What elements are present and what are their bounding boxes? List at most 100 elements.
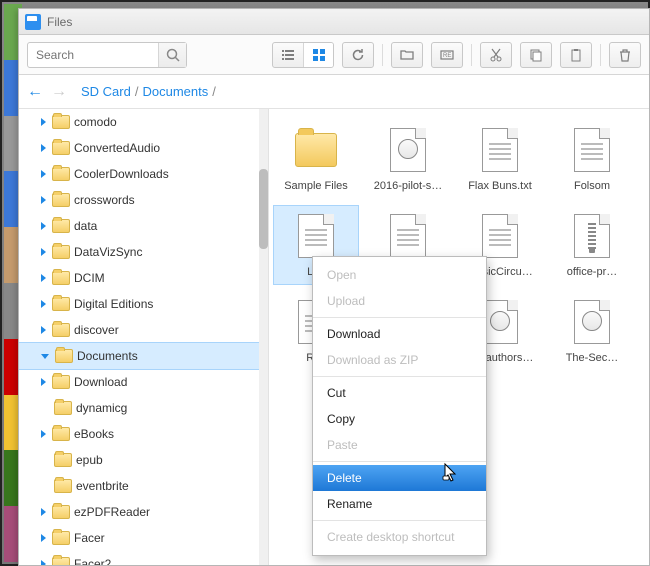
search-button[interactable]: [158, 43, 186, 67]
tree-item[interactable]: DCIM: [19, 265, 268, 291]
tree-item[interactable]: eBooks: [19, 421, 268, 447]
tree-item-label: Facer2: [74, 557, 111, 565]
caret-icon[interactable]: [41, 560, 46, 565]
toolbar: RE: [19, 35, 649, 75]
folder-icon: [52, 323, 70, 337]
caret-icon[interactable]: [41, 170, 46, 178]
menu-item: Paste: [313, 432, 486, 458]
menu-item: Open: [313, 262, 486, 288]
tree-item-label: Download: [74, 375, 127, 389]
tree-item[interactable]: DataVizSync: [19, 239, 268, 265]
tree-item[interactable]: Download: [19, 369, 268, 395]
file-icon: [384, 212, 432, 260]
folder-icon: [52, 557, 70, 565]
folder-tree[interactable]: comodoConvertedAudio CoolerDownloads cross…: [19, 109, 269, 565]
tree-item[interactable]: data: [19, 213, 268, 239]
tree-item[interactable]: discover: [19, 317, 268, 343]
tree-scrollbar-thumb[interactable]: [259, 169, 268, 249]
file-icon: [292, 212, 340, 260]
copy-button[interactable]: [521, 43, 551, 67]
breadcrumb: SD Card / Documents /: [81, 84, 216, 99]
menu-item[interactable]: Copy: [313, 406, 486, 432]
folder-icon: [52, 193, 70, 207]
folder-icon: [55, 349, 73, 363]
grid-item[interactable]: office-pr…: [549, 205, 635, 285]
caret-icon[interactable]: [41, 300, 46, 308]
tree-item[interactable]: dynamicg: [19, 395, 268, 421]
tree-item-label: eBooks: [74, 427, 114, 441]
caret-icon[interactable]: [41, 508, 46, 516]
tree-item[interactable]: Documents: [19, 343, 268, 369]
tree-item[interactable]: comodo: [19, 109, 268, 135]
caret-icon[interactable]: [41, 118, 46, 126]
tree-item[interactable]: ezPDFReader: [19, 499, 268, 525]
grid-item-label: Folsom: [574, 180, 610, 192]
caret-icon[interactable]: [41, 222, 46, 230]
grid-item[interactable]: Folsom: [549, 119, 635, 199]
tree-item-label: Digital Editions: [74, 297, 153, 311]
folder-icon: [292, 126, 340, 174]
folder-icon: [52, 141, 70, 155]
refresh-button[interactable]: [343, 43, 373, 67]
caret-icon[interactable]: [41, 196, 46, 204]
tree-item[interactable]: Digital Editions: [19, 291, 268, 317]
menu-item[interactable]: Download: [313, 321, 486, 347]
grid-item[interactable]: 人The-Sec…: [549, 291, 635, 371]
tree-item[interactable]: CoolerDownloads: [19, 161, 268, 187]
nav-forward-button[interactable]: →: [51, 83, 67, 101]
tree-item[interactable]: crosswords: [19, 187, 268, 213]
menu-item: Download as ZIP: [313, 347, 486, 373]
grid-item-label: Flax Buns.txt: [468, 180, 532, 192]
tree-item-label: Documents: [77, 349, 138, 363]
grid-item[interactable]: Sample Files: [273, 119, 359, 199]
menu-separator: [313, 376, 486, 377]
tree-item[interactable]: eventbrite: [19, 473, 268, 499]
folder-icon: [52, 297, 70, 311]
nav-back-button[interactable]: ←: [27, 83, 43, 101]
folder-icon: [52, 245, 70, 259]
menu-item[interactable]: Rename: [313, 491, 486, 517]
tree-item[interactable]: Facer: [19, 525, 268, 551]
new-folder-button[interactable]: [392, 43, 422, 67]
breadcrumb-part[interactable]: Documents: [142, 84, 208, 99]
caret-icon[interactable]: [41, 430, 46, 438]
menu-item[interactable]: Delete: [313, 465, 486, 491]
caret-icon[interactable]: [41, 274, 46, 282]
caret-icon[interactable]: [41, 354, 49, 359]
view-grid-button[interactable]: [303, 43, 333, 67]
breadcrumb-part[interactable]: SD Card: [81, 84, 131, 99]
caret-icon[interactable]: [41, 326, 46, 334]
caret-icon[interactable]: [41, 144, 46, 152]
title-bar: Files: [19, 9, 649, 35]
file-icon: [568, 126, 616, 174]
menu-item[interactable]: Cut: [313, 380, 486, 406]
tree-item[interactable]: Facer2: [19, 551, 268, 565]
tree-item-label: crosswords: [74, 193, 135, 207]
svg-text:RE: RE: [443, 53, 451, 59]
caret-icon[interactable]: [41, 534, 46, 542]
view-list-button[interactable]: [273, 43, 303, 67]
folder-icon: [52, 375, 70, 389]
menu-separator: [313, 461, 486, 462]
folder-icon: [54, 453, 72, 467]
tree-item[interactable]: epub: [19, 447, 268, 473]
caret-icon[interactable]: [41, 378, 46, 386]
search-input[interactable]: [28, 48, 158, 62]
tree-item-label: discover: [74, 323, 119, 337]
tree-item-label: CoolerDownloads: [74, 167, 169, 181]
rename-button[interactable]: RE: [432, 43, 462, 67]
caret-icon[interactable]: [41, 248, 46, 256]
grid-item[interactable]: 人2016-pilot-s…: [365, 119, 451, 199]
tree-item[interactable]: ConvertedAudio: [19, 135, 268, 161]
grid-item-label: office-pr…: [567, 266, 618, 278]
paste-button[interactable]: [561, 43, 591, 67]
tree-item-label: eventbrite: [76, 479, 129, 493]
folder-icon: [52, 115, 70, 129]
grid-item[interactable]: Flax Buns.txt: [457, 119, 543, 199]
tree-item-label: DCIM: [74, 271, 105, 285]
folder-icon: [52, 271, 70, 285]
cut-button[interactable]: [481, 43, 511, 67]
tree-item-label: DataVizSync: [74, 245, 142, 259]
zip-icon: [568, 212, 616, 260]
delete-button[interactable]: [610, 43, 640, 67]
